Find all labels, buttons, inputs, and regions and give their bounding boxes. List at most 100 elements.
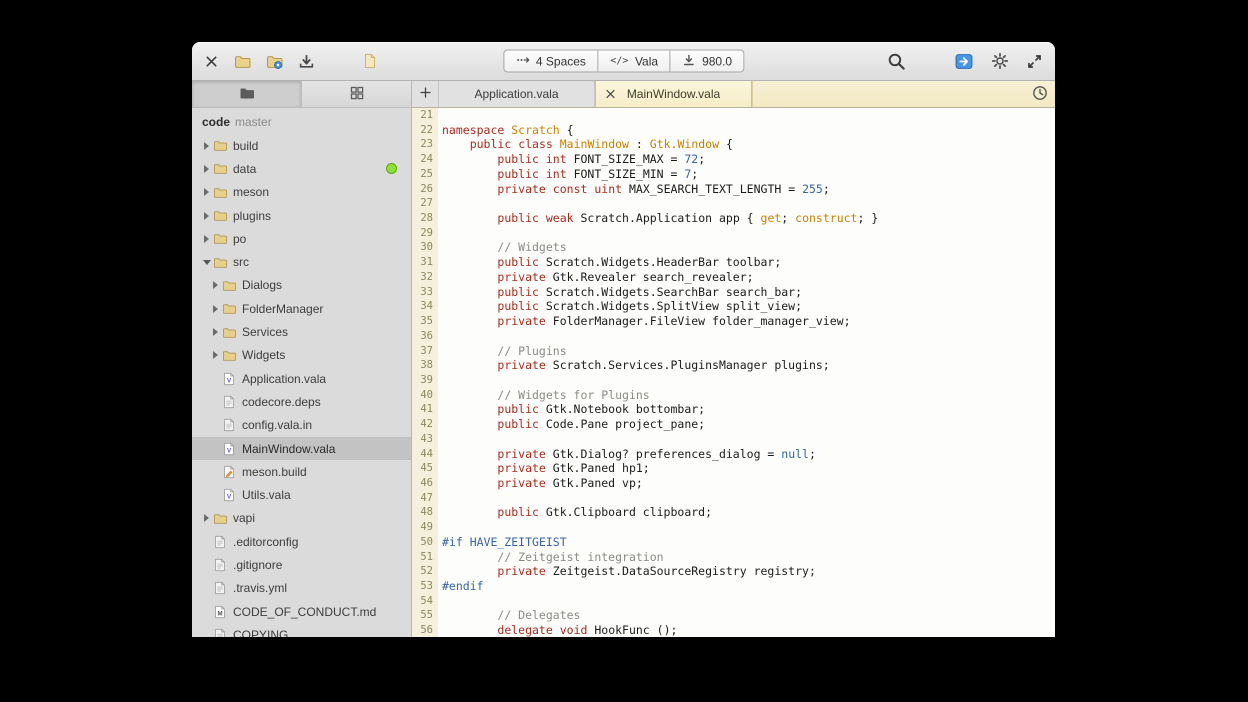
tree-item-dialogs[interactable]: Dialogs — [192, 274, 411, 297]
tree-item-copying[interactable]: COPYING — [192, 623, 411, 637]
line-number: 22 — [412, 123, 438, 138]
tree-item-vapi[interactable]: vapi — [192, 507, 411, 530]
chevron-right-icon[interactable] — [200, 514, 213, 522]
code-line: 43 — [412, 432, 1055, 447]
code-line: 30 // Widgets — [412, 240, 1055, 255]
tree-item-build[interactable]: build — [192, 134, 411, 157]
code-line: 34 public Scratch.Widgets.SplitView spli… — [412, 299, 1055, 314]
tree-item-utils-vala[interactable]: VUtils.vala — [192, 483, 411, 506]
save-button[interactable] — [296, 51, 317, 72]
project-name: code — [202, 115, 230, 129]
code-editor[interactable]: 2122namespace Scratch {23 public class M… — [412, 108, 1055, 637]
code-line: 29 — [412, 226, 1055, 241]
line-number: 37 — [412, 344, 438, 359]
tree-item-code-of-conduct-md[interactable]: MCODE_OF_CONDUCT.md — [192, 600, 411, 623]
templates-button[interactable] — [360, 51, 380, 71]
tree-item-application-vala[interactable]: VApplication.vala — [192, 367, 411, 390]
tree-item-meson[interactable]: meson — [192, 181, 411, 204]
project-header[interactable]: code master — [192, 110, 411, 134]
tree-item-config-vala-in[interactable]: config.vala.in — [192, 414, 411, 437]
tree-folder-icon — [222, 325, 240, 340]
tree-item-mainwindow-vala[interactable]: VMainWindow.vala — [192, 437, 411, 460]
tree-item-codecore-deps[interactable]: codecore.deps — [192, 390, 411, 413]
indent-width-button[interactable]: 4 Spaces — [503, 50, 598, 73]
chevron-right-icon[interactable] — [200, 235, 213, 243]
tree-item-po[interactable]: po — [192, 227, 411, 250]
history-icon — [1032, 85, 1048, 104]
outline-view-button[interactable] — [301, 81, 411, 107]
svg-text:M: M — [217, 610, 222, 617]
chevron-right-icon[interactable] — [200, 142, 213, 150]
new-tab-button[interactable] — [412, 81, 438, 107]
chevron-down-icon[interactable] — [200, 260, 213, 265]
settings-button[interactable] — [989, 50, 1011, 72]
chevron-right-icon[interactable] — [209, 281, 222, 289]
tree-item-data[interactable]: data — [192, 157, 411, 180]
sidebar: code master build data meson pluginspo src Di… — [192, 108, 412, 637]
tree-item-services[interactable]: Services — [192, 320, 411, 343]
line-number: 28 — [412, 211, 438, 226]
chevron-right-icon[interactable] — [209, 305, 222, 313]
tree-item-plugins[interactable]: plugins — [192, 204, 411, 227]
tree-item-foldermanager[interactable]: FolderManager — [192, 297, 411, 320]
markdown-file-icon: M — [213, 605, 231, 619]
line-number: 48 — [412, 505, 438, 520]
tree-item--travis-yml[interactable]: .travis.yml — [192, 577, 411, 600]
code-line: 47 — [412, 491, 1055, 506]
close-window-button[interactable] — [202, 52, 221, 71]
tree-item--gitignore[interactable]: .gitignore — [192, 553, 411, 576]
tree-item-label: data — [233, 162, 256, 176]
language-button[interactable]: </>Vala — [598, 50, 670, 73]
tab-mainwindow-vala[interactable]: MainWindow.vala — [595, 81, 752, 107]
open-file-button[interactable] — [232, 51, 253, 72]
chevron-right-icon[interactable] — [200, 188, 213, 196]
tab-application-vala[interactable]: Application.vala — [438, 81, 595, 107]
code-line: 23 public class MainWindow : Gtk.Window … — [412, 137, 1055, 152]
tree-item-label: COPYING — [233, 628, 288, 637]
tree-item-src[interactable]: src — [192, 250, 411, 273]
chevron-right-icon[interactable] — [200, 212, 213, 220]
line-number: 50 — [412, 535, 438, 550]
search-icon — [887, 52, 906, 71]
share-button[interactable] — [953, 50, 976, 73]
search-button[interactable] — [885, 50, 908, 73]
vala-file-icon: V — [222, 488, 240, 502]
chevron-right-icon[interactable] — [200, 165, 213, 173]
code-line: 56 delegate void HookFunc (); — [412, 623, 1055, 637]
svg-text:</>: </> — [610, 56, 628, 67]
line-number: 38 — [412, 358, 438, 373]
folder-badge-icon — [266, 53, 283, 70]
line-number: 33 — [412, 285, 438, 300]
line-number: 30 — [412, 240, 438, 255]
tree-item-label: meson.build — [242, 465, 307, 479]
open-project-button[interactable] — [264, 51, 285, 72]
tree-item--editorconfig[interactable]: .editorconfig — [192, 530, 411, 553]
goto-icon — [681, 52, 696, 70]
chevron-right-icon[interactable] — [209, 328, 222, 336]
line-number: 41 — [412, 402, 438, 417]
tree-item-label: codecore.deps — [242, 395, 321, 409]
tab-bar-fill — [752, 81, 1055, 107]
history-button[interactable] — [1029, 82, 1051, 107]
line-number: 49 — [412, 520, 438, 535]
tab-close-button[interactable] — [605, 89, 616, 100]
fullscreen-button[interactable] — [1024, 51, 1045, 72]
language-icon: </> — [609, 53, 629, 70]
tree-folder-icon — [222, 278, 240, 293]
tree-item-widgets[interactable]: Widgets — [192, 344, 411, 367]
tree-folder-icon — [213, 208, 231, 223]
tree-item-label: meson — [233, 185, 269, 199]
text-file-icon — [222, 418, 240, 432]
files-view-button[interactable] — [192, 81, 301, 107]
goto-line-button[interactable]: 980.0 — [670, 50, 744, 73]
chevron-right-icon[interactable] — [209, 351, 222, 359]
share-icon — [955, 52, 974, 71]
line-number: 46 — [412, 476, 438, 491]
header-row: Application.valaMainWindow.vala — [192, 81, 1055, 108]
build-file-icon — [222, 465, 240, 479]
tree-item-meson-build[interactable]: meson.build — [192, 460, 411, 483]
code-editor-window: 4 Spaces</>Vala980.0 Application.valaMai… — [192, 42, 1055, 637]
tree-item-label: src — [233, 255, 249, 269]
line-number: 44 — [412, 447, 438, 462]
line-number: 39 — [412, 373, 438, 388]
